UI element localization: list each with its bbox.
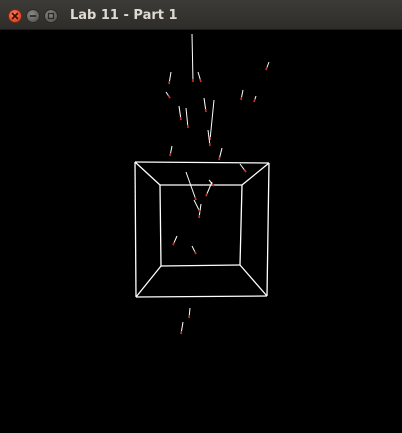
render-canvas[interactable] bbox=[0, 30, 402, 429]
particle-head bbox=[219, 157, 220, 160]
box-edge bbox=[161, 265, 240, 266]
particle-head bbox=[168, 96, 170, 98]
box-edge bbox=[136, 266, 161, 297]
box-edge bbox=[240, 265, 267, 296]
particle-trail bbox=[186, 108, 188, 128]
box-edge bbox=[136, 296, 267, 297]
particle-head bbox=[254, 99, 255, 102]
particle-trail bbox=[210, 100, 214, 140]
particle-head bbox=[212, 184, 214, 186]
minimize-icon bbox=[27, 10, 39, 22]
window-title: Lab 11 - Part 1 bbox=[70, 8, 178, 23]
particle-head bbox=[170, 153, 171, 156]
particle-head bbox=[241, 97, 242, 100]
particle-head bbox=[244, 170, 246, 172]
scene-svg bbox=[0, 30, 402, 429]
close-icon bbox=[9, 10, 21, 22]
particle-trail bbox=[186, 172, 196, 200]
box-edge bbox=[135, 162, 160, 185]
wireframe-box bbox=[135, 162, 269, 297]
particle-trail bbox=[192, 34, 193, 82]
particle-head bbox=[195, 251, 196, 254]
box-edge bbox=[160, 185, 161, 266]
particle-head bbox=[173, 242, 174, 245]
box-edge bbox=[242, 163, 269, 185]
title-bar[interactable]: Lab 11 - Part 1 bbox=[0, 0, 402, 30]
close-button[interactable] bbox=[8, 9, 22, 23]
particle-head bbox=[266, 67, 267, 70]
maximize-icon bbox=[45, 10, 57, 22]
box-edge bbox=[267, 163, 269, 296]
maximize-button[interactable] bbox=[44, 9, 58, 23]
box-edge bbox=[135, 162, 136, 297]
box-edge bbox=[135, 162, 269, 163]
particle-system bbox=[166, 34, 269, 334]
particle-head bbox=[195, 197, 196, 200]
particle-head bbox=[200, 79, 201, 82]
box-edge bbox=[240, 185, 242, 265]
app-window: Lab 11 - Part 1 bbox=[0, 0, 402, 429]
minimize-button[interactable] bbox=[26, 9, 40, 23]
particle-head bbox=[206, 193, 207, 196]
